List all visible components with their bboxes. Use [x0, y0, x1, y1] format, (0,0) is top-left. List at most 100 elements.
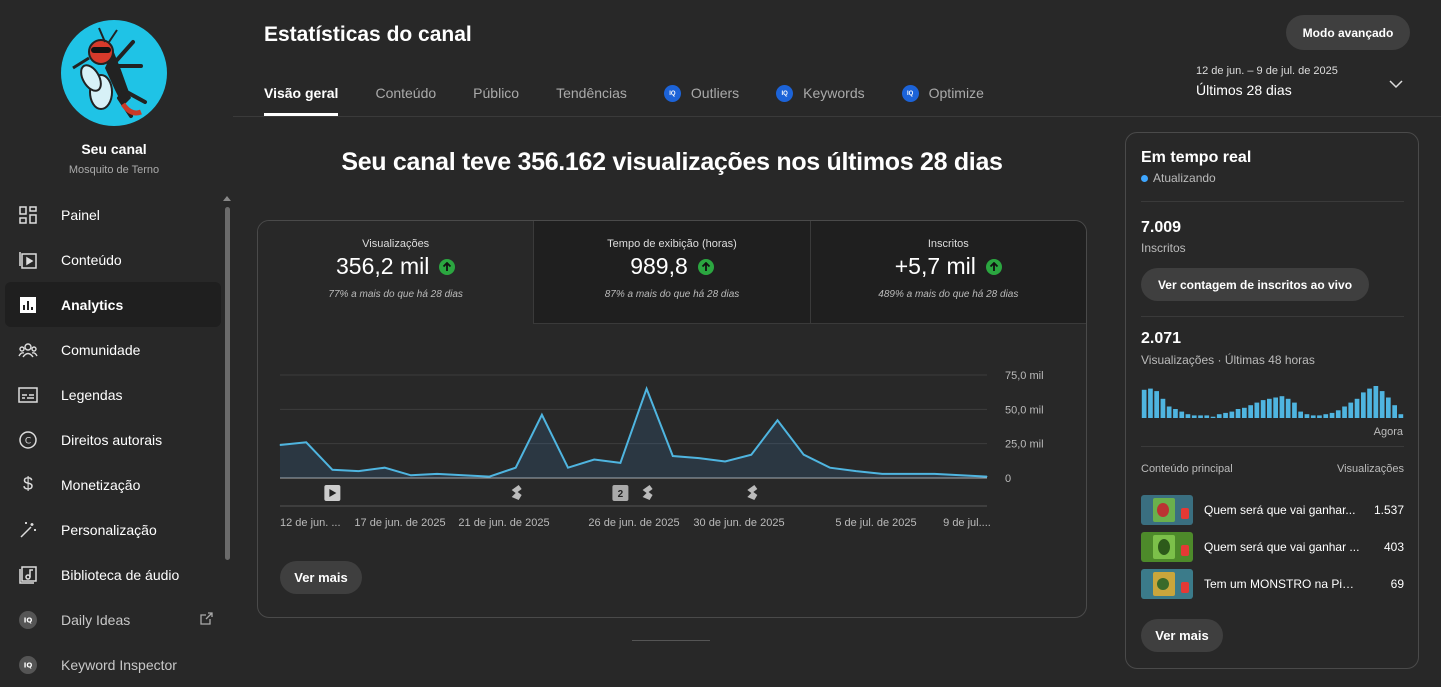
data-point [410, 474, 412, 476]
tab-keywords[interactable]: IQ Keywords [776, 75, 865, 117]
metric-subscribers[interactable]: Inscritos +5,7 mil 489% a mais do que há… [809, 221, 1086, 324]
live-subscriber-count-button[interactable]: Ver contagem de inscritos ao vivo [1141, 268, 1369, 301]
realtime-bar [1329, 412, 1335, 418]
sidebar-item-conteudo[interactable]: Conteúdo [5, 237, 221, 282]
metric-watch-time[interactable]: Tempo de exibição (horas) 989,8 87% a ma… [533, 221, 810, 324]
arrow-up-icon [697, 258, 714, 275]
top-content-row[interactable]: Quem será que vai ganhar ... 403 [1141, 532, 1404, 562]
overview-card: Visualizações 356,2 mil 77% a mais do qu… [257, 220, 1087, 618]
video-thumbnail [1141, 532, 1193, 562]
date-range-picker[interactable]: 12 de jun. – 9 de jul. de 2025 Últimos 2… [1196, 65, 1338, 98]
sidebar-item-legendas[interactable]: Legendas [5, 372, 221, 417]
vidiq-icon: IQ [663, 85, 681, 102]
sidebar-item-label: Biblioteca de áudio [61, 566, 180, 583]
arrow-up-icon [985, 258, 1002, 275]
realtime-bar-chart[interactable] [1141, 378, 1404, 418]
y-tick-label: 75,0 mil [1005, 370, 1044, 382]
chevron-down-icon[interactable] [1389, 76, 1403, 94]
sidebar-item-monetizacao[interactable]: $ Monetização [5, 462, 221, 507]
tab-outliers[interactable]: IQ Outliers [663, 75, 739, 117]
data-point [855, 470, 857, 472]
sidebar-item-keyword-inspector[interactable]: IQ Keyword Inspector [5, 642, 221, 687]
sidebar-item-biblioteca-audio[interactable]: Biblioteca de áudio [5, 552, 221, 597]
realtime-bar [1310, 415, 1316, 418]
data-point [567, 467, 569, 469]
svg-text:IQ: IQ [24, 661, 33, 669]
top-content-label: Conteúdo principal [1141, 463, 1233, 475]
video-thumbnail [1141, 495, 1193, 525]
data-point [384, 467, 386, 469]
realtime-bar [1185, 414, 1191, 418]
video-marker-icon[interactable] [324, 485, 341, 501]
top-content-header: Conteúdo principal Visualizações [1141, 463, 1404, 475]
channel-handle: Mosquito de Terno [68, 164, 160, 176]
realtime-bar [1273, 397, 1278, 418]
video-views: 1.537 [1373, 503, 1404, 517]
data-point [488, 476, 490, 478]
community-icon [18, 340, 38, 360]
realtime-bar [1304, 414, 1310, 418]
shorts-marker-icon[interactable] [511, 485, 522, 500]
sidebar-item-personalizacao[interactable]: Personalização [5, 507, 221, 552]
y-tick-label: 50,0 mil [1005, 404, 1044, 416]
data-point [803, 454, 805, 456]
realtime-bar [1335, 410, 1341, 418]
tab-label: Keywords [803, 85, 865, 101]
metric-views[interactable]: Visualizações 356,2 mil 77% a mais do qu… [258, 221, 534, 324]
realtime-bar [1267, 398, 1272, 418]
realtime-bar [1292, 402, 1297, 418]
views-line-chart[interactable]: 0 25,0 mil 50,0 mil 75,0 mil 2 12 de jun. ...… [258, 324, 1087, 618]
tab-tendencias[interactable]: Tendências [556, 75, 627, 117]
svg-text:C: C [25, 436, 31, 446]
multi-marker-icon[interactable]: 2 [612, 485, 629, 501]
metric-tabs: Visualizações 356,2 mil 77% a mais do qu… [258, 221, 1086, 324]
data-point [777, 419, 779, 421]
shorts-marker-icon[interactable] [747, 485, 758, 500]
channel-avatar[interactable] [61, 20, 167, 126]
realtime-bar [1361, 392, 1366, 418]
tab-visao-geral[interactable]: Visão geral [264, 75, 339, 117]
video-title: Quem será que vai ganhar ... [1204, 540, 1360, 554]
page-title: Estatísticas do canal [264, 23, 472, 46]
tab-optimize[interactable]: IQ Optimize [901, 75, 984, 117]
top-content-row[interactable]: Tem um MONSTRO na Piscina... 69 [1141, 569, 1404, 599]
sidebar-item-analytics[interactable]: Analytics [5, 282, 221, 327]
tab-conteudo[interactable]: Conteúdo [375, 75, 436, 117]
realtime-bar [1254, 402, 1260, 418]
sidebar-item-label: Monetização [61, 476, 141, 493]
sidebar-item-comunidade[interactable]: Comunidade [5, 327, 221, 372]
top-content-row[interactable]: Quem será que vai ganhar... 1.537 [1141, 495, 1404, 525]
realtime-bar [1179, 411, 1185, 418]
x-tick-label: 21 de jun. de 2025 [458, 517, 549, 529]
advanced-mode-button[interactable]: Modo avançado [1286, 15, 1410, 50]
sidebar-item-label: Legendas [61, 386, 123, 403]
realtime-bar [1285, 398, 1291, 418]
sidebar-item-label: Analytics [61, 296, 124, 313]
sidebar-item-daily-ideas[interactable]: IQ Daily Ideas [5, 597, 221, 642]
sidebar-item-painel[interactable]: Painel [5, 192, 221, 237]
sidebar-item-label: Conteúdo [61, 251, 122, 268]
video-views: 69 [1390, 577, 1404, 591]
line-area [280, 388, 987, 478]
see-more-button[interactable]: Ver mais [280, 561, 362, 594]
realtime-see-more-button[interactable]: Ver mais [1141, 619, 1223, 652]
top-views-label: Visualizações [1336, 463, 1404, 475]
video-views: 403 [1383, 540, 1404, 554]
tab-label: Visão geral [264, 85, 339, 101]
metric-label: Visualizações [362, 238, 430, 250]
sidebar-item-label: Keyword Inspector [61, 656, 177, 673]
data-point [724, 461, 726, 463]
shorts-marker-icon[interactable] [642, 485, 653, 500]
dollar-icon: $ [22, 474, 33, 494]
data-point [960, 474, 962, 476]
vidiq-icon: IQ [776, 85, 794, 102]
sidebar-scrollbar[interactable] [225, 207, 230, 560]
realtime-bar [1223, 412, 1228, 418]
tab-bar: Visão geral Conteúdo Público Tendências … [264, 75, 1021, 117]
data-point [829, 467, 831, 469]
sidebar-item-direitos-autorais[interactable]: C Direitos autorais [5, 417, 221, 462]
data-point [934, 473, 936, 475]
scroll-up-arrow[interactable] [223, 196, 231, 201]
tab-publico[interactable]: Público [473, 75, 519, 117]
y-tick-label: 25,0 mil [1005, 439, 1044, 451]
